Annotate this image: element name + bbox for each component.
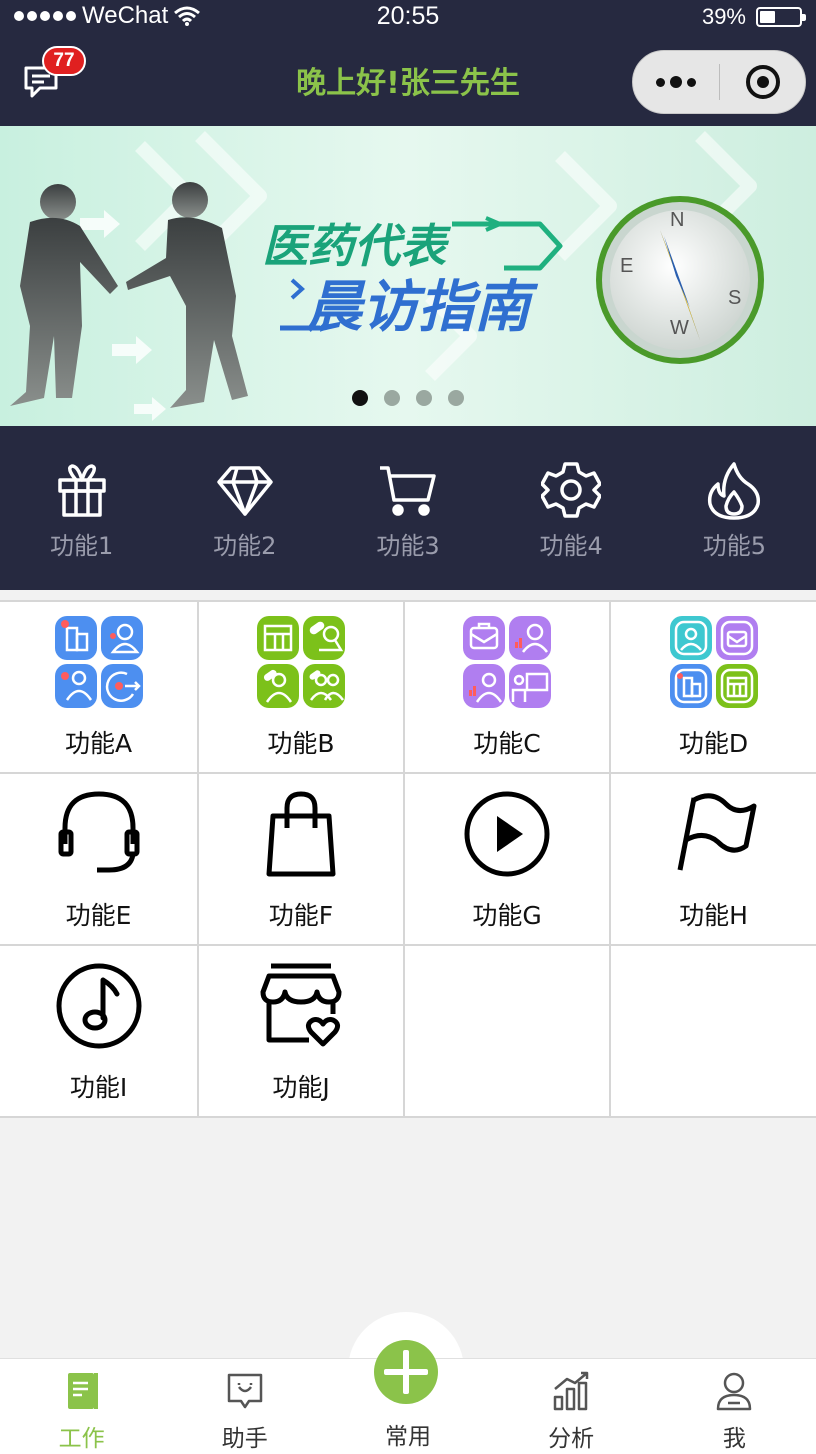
status-bar: WeChat 20:55 39% bbox=[0, 0, 816, 34]
quick-item-3[interactable]: 功能3 bbox=[326, 426, 489, 590]
gift-icon bbox=[57, 464, 106, 517]
battery-level bbox=[760, 11, 775, 23]
banner-line2: 晨访指南 bbox=[306, 275, 539, 340]
quick-item-label: 功能2 bbox=[213, 532, 277, 560]
grid-empty-cell bbox=[405, 946, 611, 1118]
compass-icon: N E S W bbox=[596, 196, 764, 364]
quick-item-5[interactable]: 功能5 bbox=[653, 426, 816, 590]
businessman-left bbox=[10, 184, 118, 406]
nav-bar: 77 晚上好!张三先生 bbox=[0, 34, 816, 126]
svg-text:W: W bbox=[670, 317, 689, 339]
shopping-bag-icon bbox=[266, 791, 336, 877]
cart-icon bbox=[379, 466, 436, 516]
carousel-dot[interactable] bbox=[384, 390, 400, 406]
flag-icon bbox=[677, 793, 756, 871]
user-icon bbox=[717, 1372, 752, 1411]
purple-tiles-icon bbox=[463, 616, 551, 708]
quick-item-2[interactable]: 功能2 bbox=[163, 426, 326, 590]
svg-text:S: S bbox=[728, 287, 741, 309]
banner-line1: 医药代表 bbox=[262, 219, 452, 273]
svg-text:N: N bbox=[670, 209, 684, 231]
grid-item-j[interactable]: 功能J bbox=[199, 946, 405, 1118]
more-button[interactable] bbox=[633, 51, 719, 113]
tab-label: 常用 bbox=[384, 1424, 431, 1450]
function-grid: 功能A 功能B 功能C 功能D 功能E 功能F 功能G 功能H 功能I 功能J bbox=[0, 600, 816, 1118]
grid-item-b[interactable]: 功能B bbox=[199, 602, 405, 774]
headset-icon bbox=[58, 791, 139, 873]
flame-icon bbox=[708, 462, 761, 520]
blue-tiles-icon bbox=[54, 616, 143, 708]
chat-smile-icon bbox=[227, 1373, 263, 1409]
grid-empty-cell bbox=[611, 946, 816, 1118]
tab-label: 我 bbox=[722, 1426, 746, 1452]
music-note-icon bbox=[56, 963, 141, 1049]
tab-label: 分析 bbox=[548, 1426, 595, 1452]
close-button[interactable] bbox=[720, 51, 805, 113]
businessman-right bbox=[126, 182, 248, 408]
quick-function-bar: 功能1 功能2 功能3 功能4 功能5 bbox=[0, 426, 816, 590]
grid-item-g[interactable]: 功能G bbox=[405, 774, 611, 946]
plus-icon[interactable] bbox=[374, 1340, 438, 1404]
carousel-dot[interactable] bbox=[416, 390, 432, 406]
quick-item-1[interactable]: 功能1 bbox=[0, 426, 163, 590]
tab-assistant[interactable]: 助手 bbox=[163, 1359, 326, 1454]
grid-item-label: 功能C bbox=[473, 729, 541, 758]
quick-item-label: 功能1 bbox=[49, 532, 114, 560]
banner-artwork: 医药代表 晨访指南 N E S W bbox=[10, 131, 764, 421]
notebook-icon bbox=[67, 1373, 98, 1409]
status-right: 39% bbox=[701, 4, 806, 30]
quick-item-4[interactable]: 功能4 bbox=[490, 426, 653, 590]
grid-item-label: 功能J bbox=[272, 1073, 330, 1102]
tab-me[interactable]: 我 bbox=[653, 1359, 816, 1454]
tab-label: 工作 bbox=[58, 1426, 105, 1452]
quick-item-label: 功能5 bbox=[702, 532, 766, 560]
quick-item-label: 功能4 bbox=[539, 532, 603, 560]
grid-item-label: 功能F bbox=[268, 901, 334, 930]
tab-label: 助手 bbox=[221, 1426, 268, 1452]
banner-carousel[interactable]: 医药代表 晨访指南 N E S W bbox=[0, 126, 816, 426]
grid-item-f[interactable]: 功能F bbox=[199, 774, 405, 946]
battery-percent: 39% bbox=[701, 4, 746, 29]
ellipsis-icon bbox=[656, 77, 665, 87]
carousel-dot[interactable] bbox=[352, 390, 368, 406]
grid-item-label: 功能H bbox=[679, 901, 748, 930]
grid-item-label: 功能A bbox=[64, 729, 133, 758]
grid-item-e[interactable]: 功能E bbox=[0, 774, 199, 946]
mini-program-capsule bbox=[632, 50, 806, 114]
svg-text:E: E bbox=[620, 255, 633, 277]
carousel-indicators[interactable] bbox=[0, 390, 816, 406]
quick-item-label: 功能3 bbox=[376, 532, 440, 560]
target-close-icon bbox=[745, 65, 780, 99]
mixed-tiles-icon bbox=[669, 616, 758, 708]
grid-item-label: 功能G bbox=[472, 901, 542, 930]
status-time: 20:55 bbox=[376, 2, 440, 30]
tab-analysis[interactable]: 分析 bbox=[490, 1359, 653, 1454]
grid-item-label: 功能E bbox=[65, 901, 132, 930]
gear-icon bbox=[541, 462, 602, 518]
grid-item-a[interactable]: 功能A bbox=[0, 602, 199, 774]
tab-work[interactable]: 工作 bbox=[0, 1359, 163, 1454]
chart-icon bbox=[553, 1371, 589, 1411]
grid-item-label: 功能I bbox=[69, 1073, 128, 1102]
grid-item-h[interactable]: 功能H bbox=[611, 774, 816, 946]
green-tiles-icon bbox=[257, 616, 345, 708]
grid-item-c[interactable]: 功能C bbox=[405, 602, 611, 774]
diamond-icon bbox=[217, 466, 273, 516]
grid-item-i[interactable]: 功能I bbox=[0, 946, 199, 1118]
carousel-dot[interactable] bbox=[448, 390, 464, 406]
play-icon bbox=[464, 791, 550, 877]
battery-icon bbox=[756, 7, 806, 27]
store-heart-icon bbox=[260, 963, 342, 1047]
grid-item-label: 功能D bbox=[678, 729, 749, 758]
grid-item-d[interactable]: 功能D bbox=[611, 602, 816, 774]
grid-item-label: 功能B bbox=[267, 729, 335, 758]
